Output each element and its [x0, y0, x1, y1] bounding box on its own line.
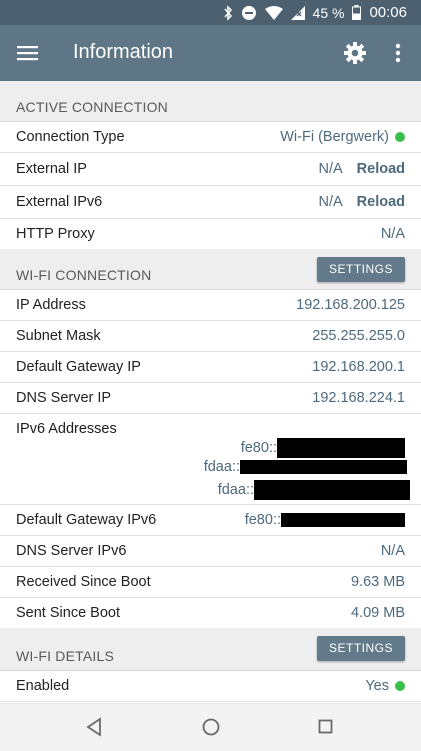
section-wifi-details: WI-FI DETAILS SETTINGS [0, 628, 421, 671]
row-sent-since-boot: Sent Since Boot 4.09 MB [0, 598, 421, 628]
app-bar: Information [0, 25, 421, 81]
row-value: N/A [380, 543, 405, 559]
row-label: Default Gateway IP [16, 359, 141, 375]
row-value: 4.09 MB [351, 605, 405, 621]
row-label: Received Since Boot [16, 574, 151, 590]
row-default-gateway: Default Gateway IP 192.168.200.1 [0, 352, 421, 383]
redacted-block [281, 513, 405, 527]
information-list[interactable]: ACTIVE CONNECTION Connection Type Wi-Fi … [0, 81, 421, 703]
row-value: Wi-Fi (Bergwerk) [280, 129, 389, 145]
row-connection-type: Connection Type Wi-Fi (Bergwerk) [0, 122, 421, 153]
row-value: 192.168.224.1 [312, 390, 405, 406]
redacted-block [240, 460, 407, 474]
ipv6-address: fdaa:: [204, 459, 407, 475]
redacted-block [254, 480, 410, 500]
battery-icon [352, 5, 362, 20]
bluetooth-icon [223, 4, 232, 21]
row-value: 192.168.200.1 [312, 359, 405, 375]
wifi-settings-button[interactable]: SETTINGS [316, 257, 405, 282]
back-icon[interactable] [85, 717, 103, 737]
home-icon[interactable] [201, 717, 221, 737]
section-title: ACTIVE CONNECTION [16, 99, 168, 115]
row-external-ip: External IP N/A Reload [0, 153, 421, 186]
wifi-icon [264, 5, 283, 20]
ipv6-address: fdaa:: [218, 480, 410, 500]
row-value: 192.168.200.125 [296, 297, 405, 313]
row-dns-server-ipv6: DNS Server IPv6 N/A [0, 536, 421, 567]
recents-icon[interactable] [318, 717, 334, 737]
row-received-since-boot: Received Since Boot 9.63 MB [0, 567, 421, 598]
row-label: Connection Type [16, 129, 125, 145]
row-value: N/A [318, 161, 343, 177]
row-ip-address: IP Address 192.168.200.125 [0, 290, 421, 321]
wifi-details-settings-button[interactable]: SETTINGS [316, 636, 405, 661]
row-value: Yes [365, 678, 389, 694]
row-enabled: Enabled Yes [0, 671, 421, 702]
row-label: Default Gateway IPv6 [16, 512, 157, 528]
section-wifi-connection: WI-FI CONNECTION SETTINGS [0, 249, 421, 290]
row-label: External IPv6 [16, 194, 103, 210]
row-label: DNS Server IPv6 [16, 543, 127, 559]
row-external-ipv6: External IPv6 N/A Reload [0, 186, 421, 219]
row-label: HTTP Proxy [16, 226, 95, 242]
navigation-bar [0, 703, 421, 751]
dnd-icon [241, 5, 256, 20]
row-value: N/A [318, 194, 343, 210]
row-dns-server: DNS Server IP 192.168.224.1 [0, 383, 421, 414]
gear-icon[interactable] [343, 41, 367, 65]
row-label: Sent Since Boot [16, 605, 120, 621]
ipv6-address: fe80:: [241, 438, 405, 458]
status-bar: 45 % 00:06 [0, 0, 421, 25]
section-active-connection: ACTIVE CONNECTION [0, 81, 421, 122]
reload-ipv6-button[interactable]: Reload [357, 194, 405, 210]
row-default-gateway-ipv6: Default Gateway IPv6 fe80:: [0, 505, 421, 536]
status-time: 00:06 [369, 4, 407, 21]
menu-icon[interactable] [16, 41, 40, 65]
reload-ip-button[interactable]: Reload [357, 161, 405, 177]
row-ipv6-addresses: IPv6 Addresses fe80:: fdaa:: fdaa:: [0, 414, 421, 505]
status-dot-icon [395, 132, 405, 142]
section-title: WI-FI DETAILS [16, 648, 115, 664]
row-label: IPv6 Addresses [16, 421, 117, 437]
row-label: Subnet Mask [16, 328, 101, 344]
row-label: Enabled [16, 678, 70, 694]
row-value: 255.255.255.0 [312, 328, 405, 344]
more-options-icon[interactable] [393, 41, 403, 65]
section-title: WI-FI CONNECTION [16, 267, 152, 283]
row-label: External IP [16, 161, 87, 177]
row-value: N/A [380, 226, 405, 242]
battery-text: 45 % [312, 4, 345, 21]
row-label: DNS Server IP [16, 390, 112, 406]
page-title: Information [73, 41, 174, 63]
row-http-proxy: HTTP Proxy N/A [0, 219, 421, 249]
row-subnet-mask: Subnet Mask 255.255.255.0 [0, 321, 421, 352]
row-label: IP Address [16, 297, 86, 313]
status-dot-icon [395, 681, 405, 691]
signal-icon [290, 5, 305, 20]
redacted-block [277, 438, 405, 458]
row-value: 9.63 MB [351, 574, 405, 590]
